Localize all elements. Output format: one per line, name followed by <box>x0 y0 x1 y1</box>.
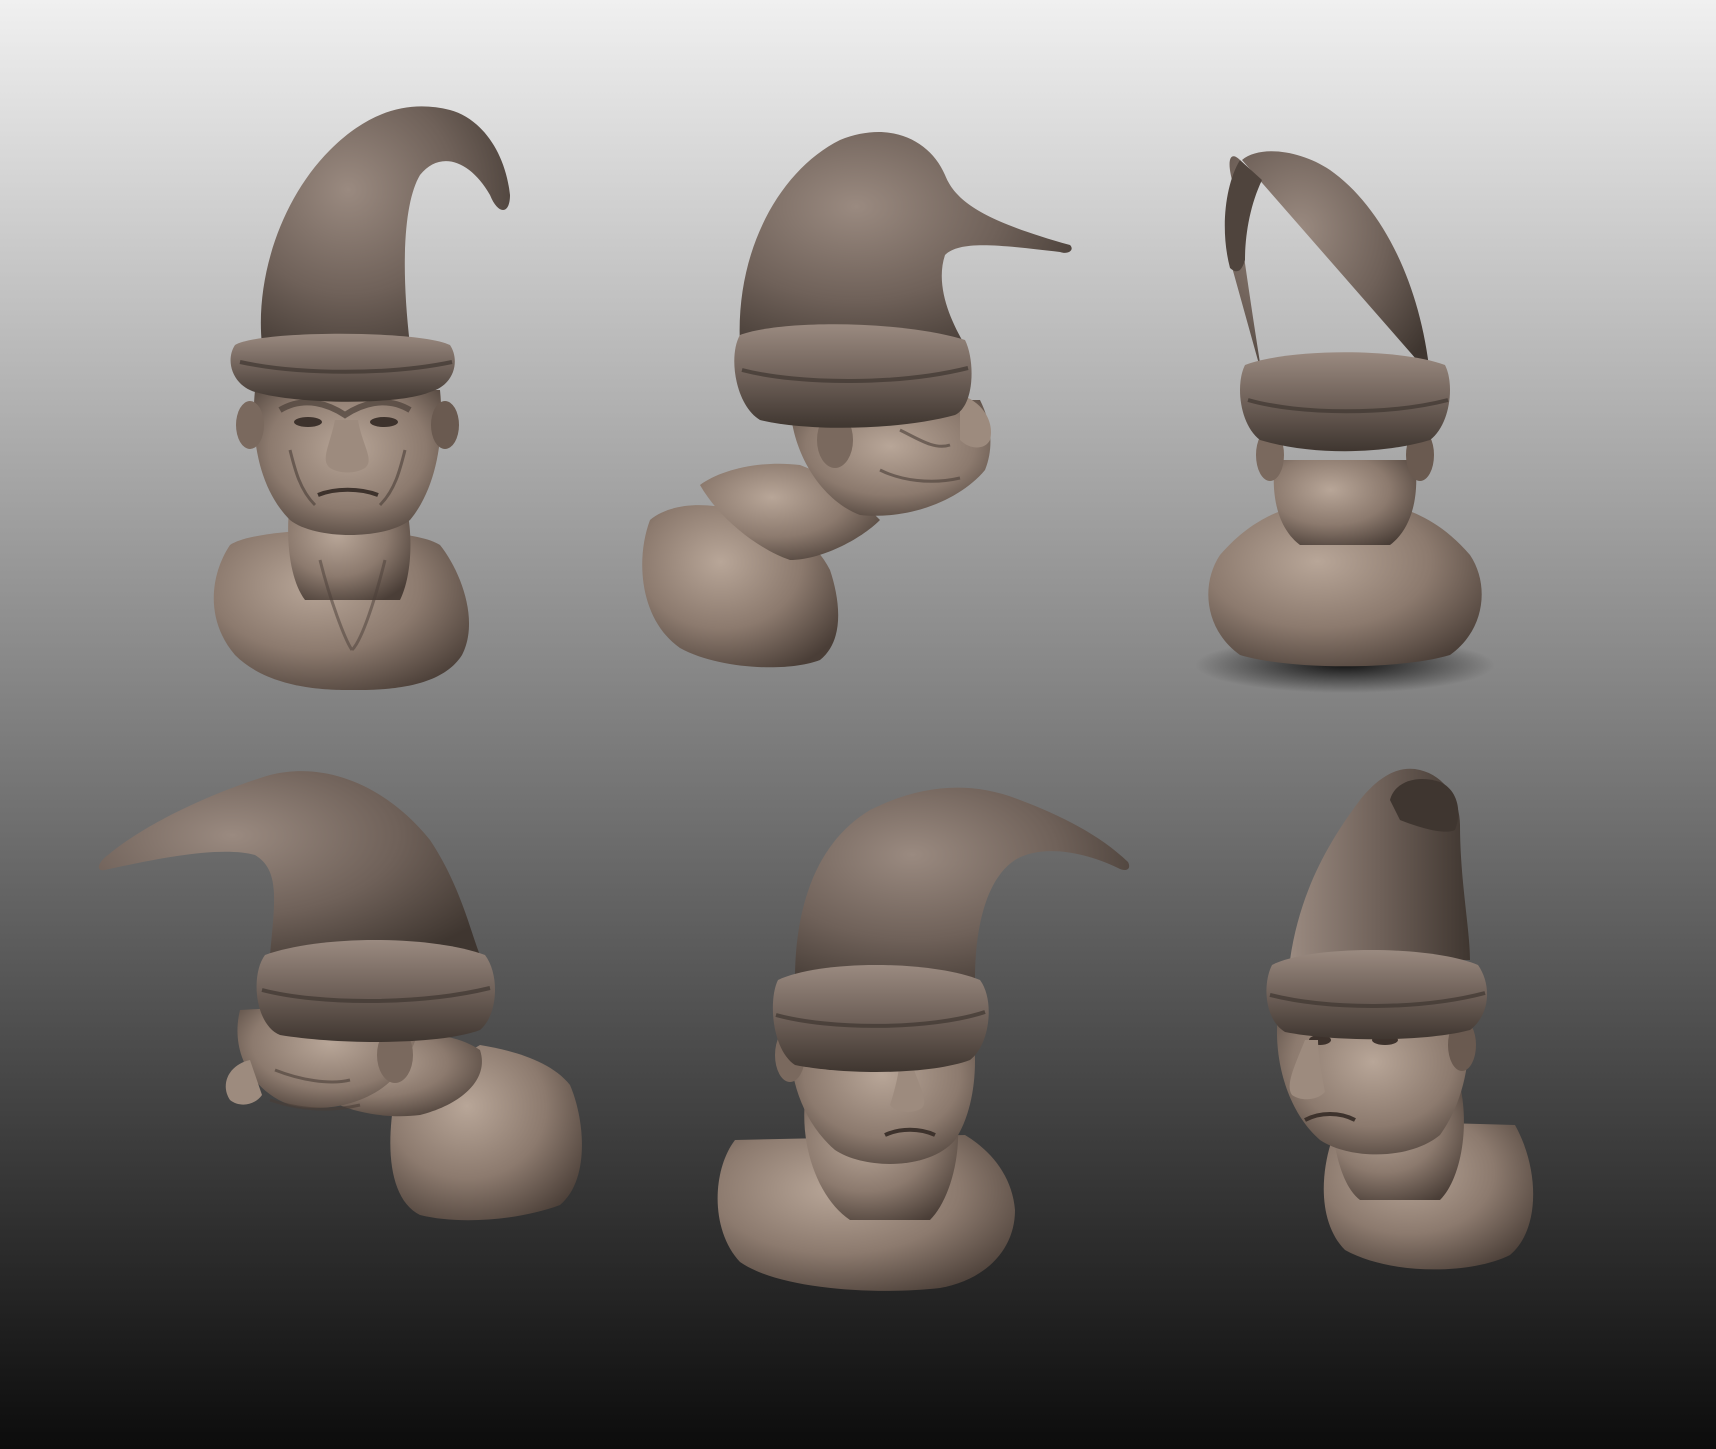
eye-right <box>370 417 398 427</box>
render-svg <box>0 0 1716 1449</box>
neck <box>1273 460 1417 545</box>
sculpt-render-canvas <box>0 0 1716 1449</box>
hat-brim <box>1240 352 1450 452</box>
ear-left <box>236 401 264 449</box>
ear-right <box>431 401 459 449</box>
hat-brim <box>1266 950 1488 1040</box>
eye-left <box>294 417 322 427</box>
hat-brim <box>256 940 496 1042</box>
